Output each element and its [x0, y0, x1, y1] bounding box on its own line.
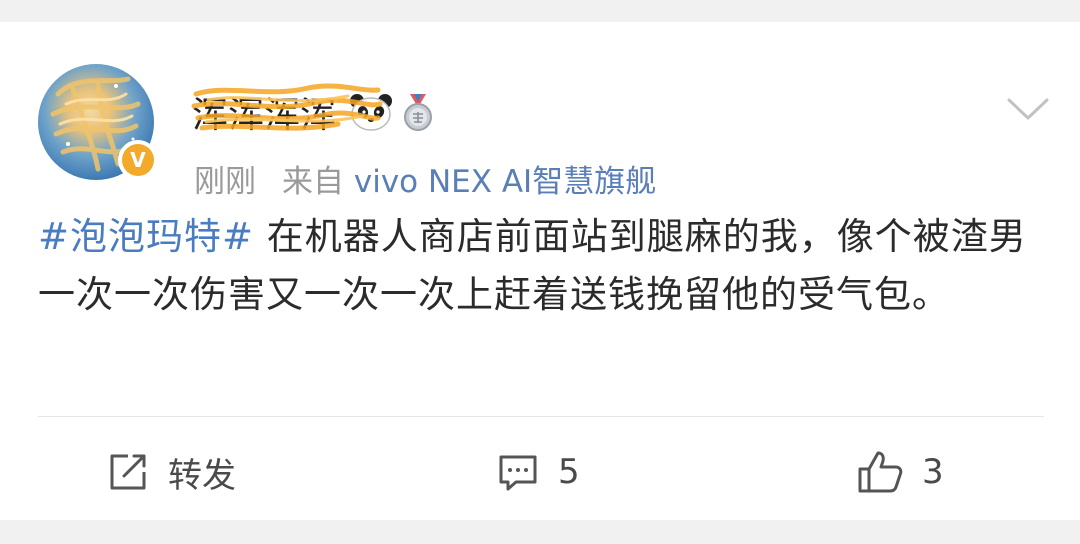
username[interactable]: 浑浑浑浑 [191, 83, 383, 138]
hashtag-link[interactable]: #泡泡玛特# [38, 215, 254, 258]
post-content: #泡泡玛特# 在机器人商店前面站到腿麻的我，像个被渣男一次一次伤害又一次一次上赶… [38, 208, 1038, 324]
post-meta: 刚刚 来自 vivo NEX AI智慧旗舰 [194, 156, 656, 201]
verified-mark: V [122, 144, 154, 176]
username-redaction [191, 83, 383, 131]
like-button[interactable]: 3 [856, 442, 944, 502]
verified-v-icon: V [118, 140, 158, 180]
source-prefix: 来自 [282, 164, 344, 200]
repost-button[interactable]: 转发 [106, 442, 236, 502]
repost-label: 转发 [168, 455, 236, 496]
post-source: 来自 vivo NEX AI智慧旗舰 [282, 156, 656, 201]
divider [38, 416, 1044, 417]
repost-icon [110, 454, 146, 490]
chevron-down-icon[interactable] [1006, 96, 1050, 122]
medal-icon [404, 94, 433, 131]
action-bar: 转发 5 3 [0, 442, 1080, 502]
comment-button[interactable]: 5 [496, 442, 580, 502]
post-time: 刚刚 [194, 164, 256, 200]
user-header: 浑浑浑浑 [191, 80, 436, 144]
comment-icon [499, 455, 537, 491]
thumbs-up-icon [858, 451, 903, 493]
source-device[interactable]: vivo NEX AI智慧旗舰 [354, 164, 656, 200]
weibo-post-card: V 浑浑浑浑 刚刚 来自 vivo NEX AI智慧旗舰 #泡泡玛特# 在机器人… [0, 22, 1080, 520]
like-count: 3 [922, 452, 944, 492]
comment-count: 5 [558, 452, 580, 492]
